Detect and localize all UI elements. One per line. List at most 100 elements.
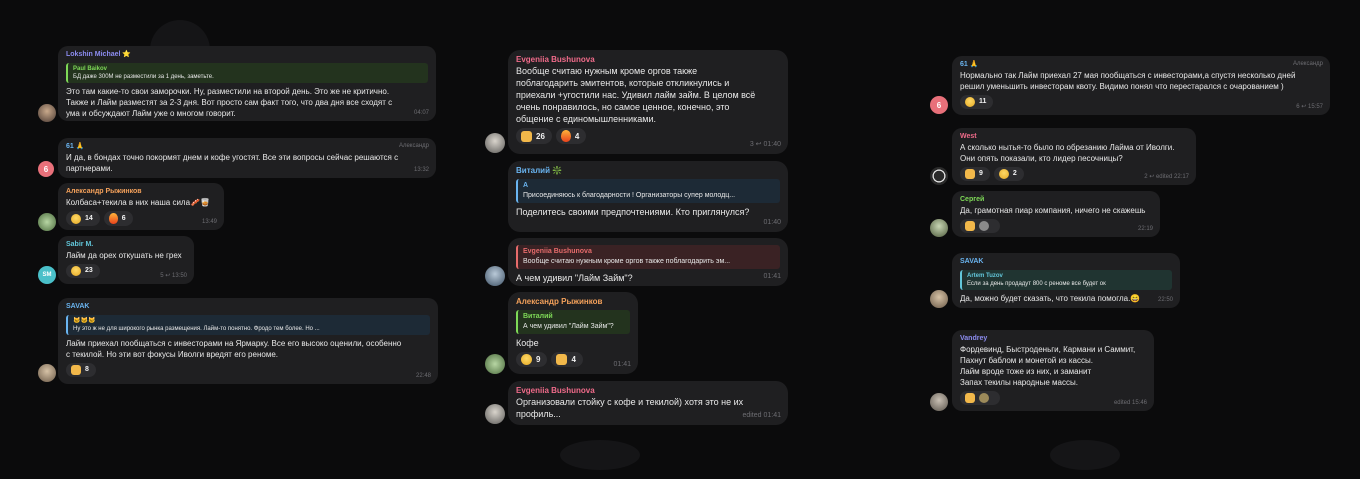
- reply-author: Paul Baikov: [73, 66, 108, 72]
- message-bubble[interactable]: Lokshin Michael ⭐ Paul Baikov БД даже 30…: [58, 46, 436, 121]
- message-author[interactable]: Александр Рыжинков: [66, 187, 216, 197]
- avatar[interactable]: [38, 213, 56, 231]
- message-bubble[interactable]: Vandrey Фордевинд, Быстроденьги, Кармани…: [952, 330, 1154, 411]
- reply-quote[interactable]: Evgeniia Bushunova Вообще считаю нужным …: [516, 245, 780, 269]
- avatar[interactable]: [485, 133, 505, 153]
- avatar[interactable]: [38, 364, 56, 382]
- reaction[interactable]: [960, 391, 1000, 405]
- reply-author: Artem Tuzov: [967, 273, 1003, 279]
- message-text: И да, в бондах точно покормят днем и коф…: [66, 153, 399, 173]
- message-text: Лайм да орех откушать не грех: [66, 251, 182, 260]
- message-bubble[interactable]: Виталий ❇️ A Присоединяюсь к благодарнос…: [508, 161, 788, 232]
- avatar[interactable]: [485, 266, 505, 286]
- reactions: [960, 219, 1152, 233]
- message-author[interactable]: Sabir M.: [66, 240, 186, 250]
- message-bubble[interactable]: 61 🙏 Александр И да, в бондах точно поко…: [58, 138, 436, 178]
- grin-emoji-icon: [521, 354, 532, 365]
- reaction-count: 23: [85, 267, 93, 274]
- thumbs-up-emoji-icon: [71, 365, 81, 375]
- message-bubble[interactable]: Evgeniia Bushunova Вообще считаю нужным …: [508, 238, 788, 286]
- message-bubble[interactable]: 61 🙏 Александр Нормально так Лайм приеха…: [952, 56, 1330, 115]
- message-author[interactable]: 61 🙏: [66, 142, 428, 152]
- message-author[interactable]: Evgeniia Bushunova: [516, 54, 780, 65]
- reaction[interactable]: [960, 219, 1000, 233]
- reply-author: Виталий: [523, 313, 553, 320]
- avatar[interactable]: 6: [38, 161, 54, 177]
- background-pattern: [560, 440, 640, 470]
- reply-text: Вообще считаю нужным кроме оргов также п…: [523, 258, 731, 265]
- message-time: 01:41: [763, 273, 781, 280]
- reaction[interactable]: 2: [993, 167, 1024, 181]
- reply-quote[interactable]: A Присоединяюсь к благодарности ! Органи…: [516, 179, 780, 203]
- message-text: Вообще считаю нужным кроме оргов также п…: [516, 66, 756, 124]
- message-time: 01:41: [613, 361, 631, 368]
- reaction[interactable]: 11: [960, 95, 994, 109]
- reactor-avatar: [979, 221, 989, 231]
- message-time: 13:32: [413, 167, 429, 173]
- reaction[interactable]: 23: [66, 264, 100, 278]
- reaction-count: 9: [536, 355, 541, 364]
- avatar[interactable]: [930, 290, 948, 308]
- reaction-count: 6: [121, 214, 126, 222]
- message-bubble[interactable]: Evgeniia Bushunova Организовали стойку с…: [508, 381, 788, 425]
- message-bubble[interactable]: West А сколько нытья-то было по обрезани…: [952, 128, 1196, 185]
- avatar[interactable]: [930, 167, 948, 185]
- reactor-avatar: [979, 393, 989, 403]
- reaction[interactable]: 8: [66, 363, 96, 377]
- message-bubble[interactable]: Sabir M. Лайм да орех откушать не грех 2…: [58, 236, 194, 284]
- message-author[interactable]: Lokshin Michael ⭐: [66, 50, 428, 60]
- reply-quote[interactable]: Виталий А чем удивил "Лайм Займ"?: [516, 310, 630, 334]
- message-author[interactable]: 61 🙏: [960, 60, 1322, 70]
- reaction-count: 2: [1012, 170, 1017, 177]
- message-time: 22:50: [1157, 297, 1173, 303]
- message-bubble[interactable]: SAVAK Artem Tuzov Если за день продадут …: [952, 253, 1180, 308]
- message-text: Лайм приехал пообщаться с инвесторами на…: [66, 339, 402, 359]
- message-bubble[interactable]: Сергей Да, грамотная пиар компания, ниче…: [952, 191, 1160, 237]
- message-bubble[interactable]: SAVAK 🐱🐱🐱 Ну это ж не для широкого рынка…: [58, 298, 438, 384]
- message-text: А сколько нытья-то было по обрезанию Лай…: [960, 143, 1175, 163]
- message-author[interactable]: Александр Рыжинков: [516, 296, 630, 307]
- reaction[interactable]: 4: [551, 352, 583, 367]
- avatar[interactable]: [38, 104, 56, 122]
- reaction[interactable]: 26: [516, 128, 552, 144]
- message-text: Организовали стойку с кофе и текилой) хо…: [516, 397, 744, 419]
- reaction[interactable]: 9: [516, 352, 548, 367]
- avatar[interactable]: [930, 393, 948, 411]
- reply-text: Присоединяюсь к благодарности ! Организа…: [523, 192, 736, 199]
- avatar[interactable]: [485, 404, 505, 424]
- message-time: 3 ↩ 01:40: [749, 141, 781, 148]
- avatar[interactable]: [930, 219, 948, 237]
- reply-quote[interactable]: Paul Baikov БД даже 300М не разместили з…: [66, 63, 428, 83]
- avatar[interactable]: SM: [38, 266, 56, 284]
- message-time: 5 ↩ 13:50: [160, 273, 187, 279]
- avatar[interactable]: [485, 354, 505, 374]
- reactions: 14 6: [66, 211, 216, 226]
- reply-quote[interactable]: 🐱🐱🐱 Ну это ж не для широкого рынка разме…: [66, 315, 430, 335]
- reply-quote[interactable]: Artem Tuzov Если за день продадут 800 с …: [960, 270, 1172, 290]
- message-bubble[interactable]: Александр Рыжинков Колбаса+текила в них …: [58, 183, 224, 230]
- message-bubble[interactable]: Александр Рыжинков Виталий А чем удивил …: [508, 292, 638, 374]
- message-author[interactable]: West: [960, 132, 1188, 142]
- message-author[interactable]: Evgeniia Bushunova: [516, 385, 780, 396]
- thumbs-up-emoji-icon: [965, 393, 975, 403]
- reaction[interactable]: 6: [103, 211, 133, 226]
- message-bubble[interactable]: Evgeniia Bushunova Вообще считаю нужным …: [508, 50, 788, 154]
- reply-text: БД даже 300М не разместили за 1 день, за…: [73, 74, 214, 80]
- message-author[interactable]: SAVAK: [960, 257, 1172, 267]
- fire-emoji-icon: [560, 130, 571, 142]
- thumbs-up-emoji-icon: [965, 169, 975, 179]
- message-time: 6 ↩ 15:57: [1296, 104, 1323, 110]
- message-author[interactable]: Сергей: [960, 195, 1152, 205]
- reaction[interactable]: 4: [555, 128, 587, 144]
- reaction[interactable]: 14: [66, 211, 100, 226]
- message-text: Это там какие-то свои заморочки. Ну, раз…: [66, 87, 393, 118]
- message-author[interactable]: Виталий ❇️: [516, 165, 780, 176]
- avatar[interactable]: 6: [930, 96, 948, 114]
- reply-author: A: [523, 182, 529, 189]
- message-text: Нормально так Лайм приехал 27 мая пообща…: [960, 71, 1296, 91]
- grin-emoji-icon: [71, 213, 81, 224]
- message-text: Фордевинд, Быстроденьги, Кармани и Самми…: [960, 345, 1136, 387]
- reaction[interactable]: 9: [960, 167, 990, 181]
- message-author[interactable]: SAVAK: [66, 302, 430, 312]
- message-author[interactable]: Vandrey: [960, 334, 1146, 344]
